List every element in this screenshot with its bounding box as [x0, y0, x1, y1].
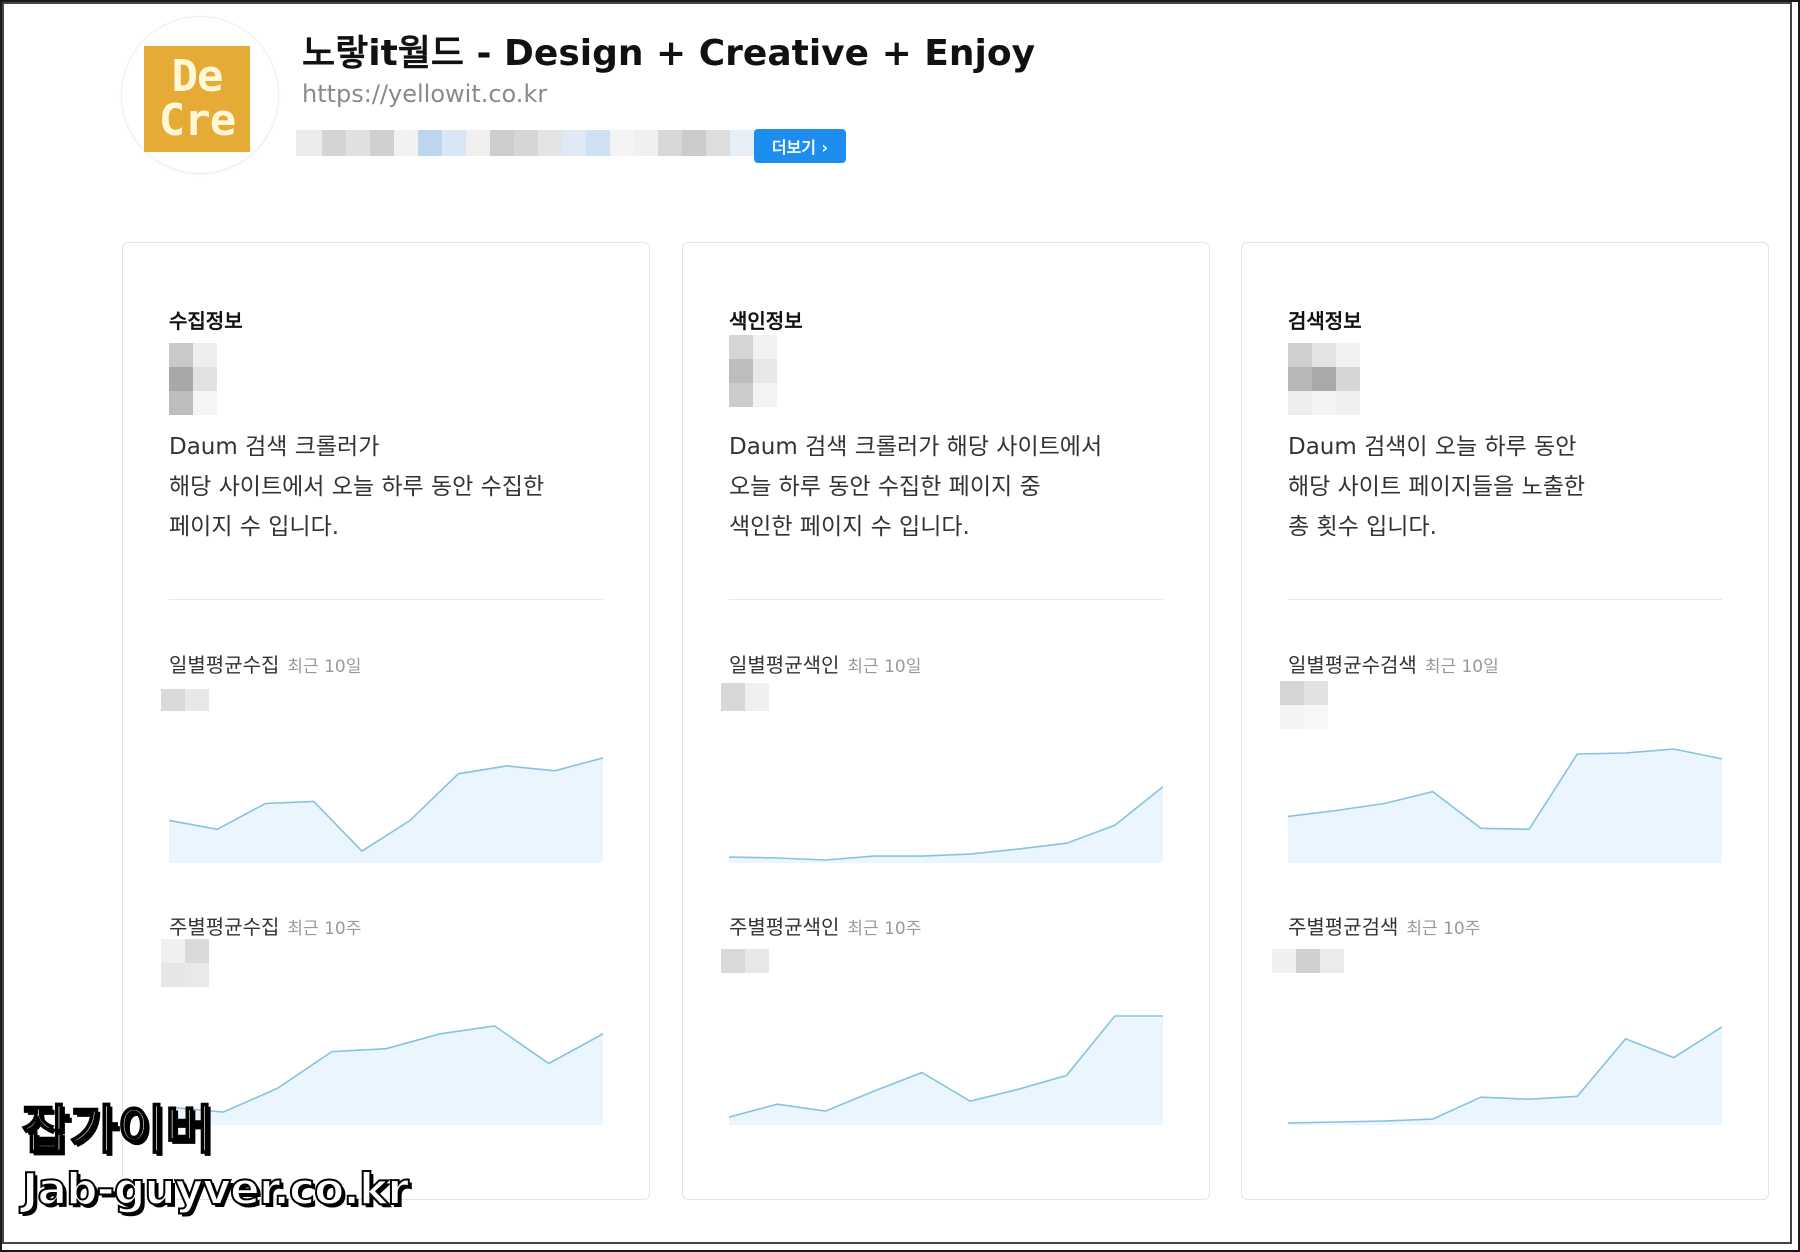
- card-search-info: 검색정보 Daum 검색이 오늘 하루 동안 해당 사이트 페이지들을 노출한 …: [1241, 242, 1769, 1200]
- chart-area: [169, 757, 603, 863]
- blurred-count: [169, 343, 217, 415]
- weekly-label: 주별평균검색 최근 10주: [1288, 915, 1481, 939]
- blurred-daily-value: [1280, 681, 1328, 729]
- daily-chart: [169, 757, 603, 863]
- divider: [169, 599, 603, 600]
- card-description: Daum 검색 크롤러가 해당 사이트에서 오늘 하루 동안 수집한 페이지 수…: [169, 434, 545, 540]
- weekly-chart: [169, 1025, 603, 1125]
- weekly-label: 주별평균수집 최근 10주: [169, 915, 362, 939]
- chart-area: [169, 1025, 603, 1125]
- blurred-count: [729, 335, 777, 407]
- site-title: 노랗it월드 - Design + Creative + Enjoy: [302, 33, 1036, 74]
- blurred-daily-value: [161, 689, 209, 711]
- blurred-daily-value: [721, 683, 769, 711]
- logo-text-line2: Cre: [158, 95, 236, 146]
- card-title: 색인정보: [729, 309, 803, 333]
- divider: [1288, 599, 1722, 600]
- daily-chart: [1288, 748, 1722, 863]
- card-index-info: 색인정보 Daum 검색 크롤러가 해당 사이트에서 오늘 하루 동안 수집한 …: [682, 242, 1210, 1200]
- blurred-count: [1288, 343, 1360, 415]
- divider: [729, 599, 1163, 600]
- watermark-url: Jab-guyver.co.kr: [21, 1163, 410, 1216]
- blurred-weekly-value: [721, 949, 769, 973]
- weekly-chart: [729, 1015, 1163, 1125]
- chart-area: [729, 786, 1163, 863]
- site-url[interactable]: https://yellowit.co.kr: [302, 80, 547, 108]
- blurred-weekly-value: [1272, 949, 1344, 973]
- logo-text-line1: De: [171, 51, 224, 102]
- chart-area: [1288, 1026, 1722, 1125]
- site-logo: De Cre: [144, 46, 250, 152]
- card-title: 수집정보: [169, 309, 243, 333]
- card-description: Daum 검색이 오늘 하루 동안 해당 사이트 페이지들을 노출한 총 횟수 …: [1288, 434, 1586, 540]
- daily-label: 일별평균수검색 최근 10일: [1288, 653, 1499, 677]
- daily-label: 일별평균색인 최근 10일: [729, 653, 922, 677]
- chart-area: [729, 1016, 1163, 1125]
- weekly-label: 주별평균색인 최근 10주: [729, 915, 922, 939]
- weekly-chart: [1288, 1026, 1722, 1125]
- card-description: Daum 검색 크롤러가 해당 사이트에서 오늘 하루 동안 수집한 페이지 중…: [729, 434, 1103, 540]
- watermark-title: 잡가이버: [21, 1100, 214, 1162]
- daily-chart: [729, 786, 1163, 863]
- blurred-weekly-value: [161, 939, 209, 987]
- card-crawl-info: 수집정보 Daum 검색 크롤러가 해당 사이트에서 오늘 하루 동안 수집한 …: [122, 242, 650, 1200]
- blurred-category-strip: [296, 130, 778, 156]
- daily-label: 일별평균수집 최근 10일: [169, 653, 362, 677]
- card-title: 검색정보: [1288, 309, 1362, 333]
- chart-area: [1288, 749, 1722, 863]
- more-button[interactable]: 더보기 ›: [754, 129, 846, 163]
